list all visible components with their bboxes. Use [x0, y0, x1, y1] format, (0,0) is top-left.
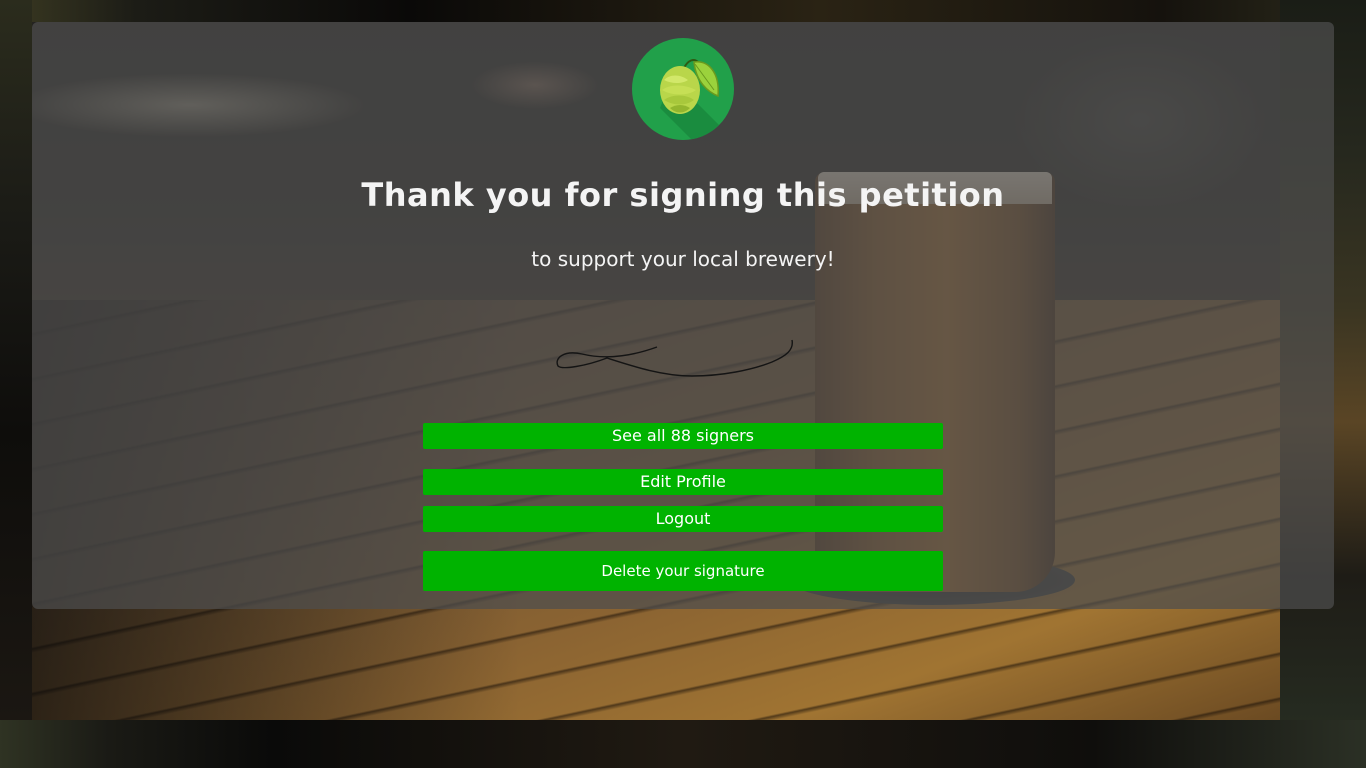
page-subtitle: to support your local brewery! — [531, 247, 835, 271]
see-all-signers-button[interactable]: See all 88 signers — [423, 423, 943, 449]
hop-cone-icon — [632, 38, 734, 140]
background-frame-bottom — [0, 720, 1366, 768]
logout-button[interactable]: Logout — [423, 506, 943, 532]
edit-profile-button[interactable]: Edit Profile — [423, 469, 943, 495]
page-title: Thank you for signing this petition — [361, 176, 1005, 214]
delete-signature-button[interactable]: Delete your signature — [423, 551, 943, 591]
page: Thank you for signing this petition to s… — [0, 0, 1366, 768]
background-frame-left — [0, 0, 32, 720]
background-frame-top — [0, 0, 1366, 22]
signature-image — [556, 339, 793, 377]
